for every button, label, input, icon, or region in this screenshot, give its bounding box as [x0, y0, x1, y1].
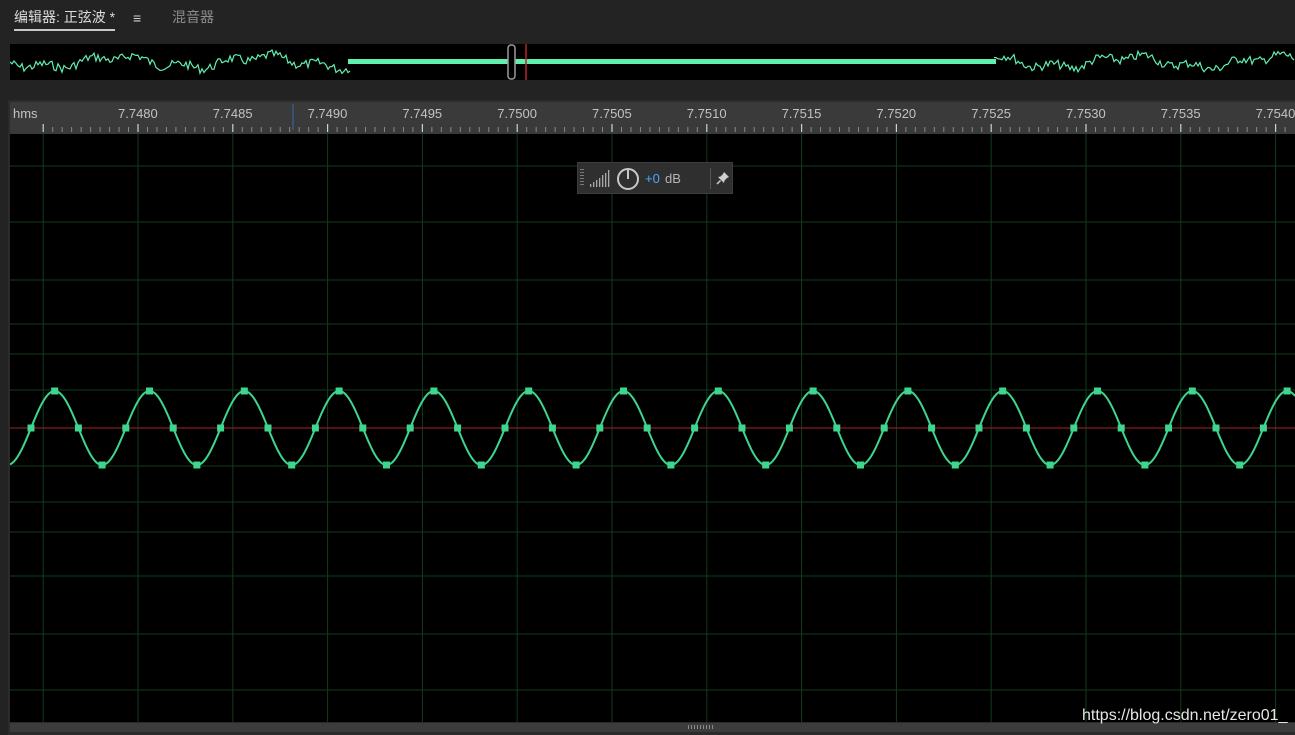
- sample-point[interactable]: [1259, 424, 1267, 432]
- ruler-label: 7.7515: [781, 106, 822, 121]
- sample-point[interactable]: [1212, 424, 1220, 432]
- sample-point[interactable]: [880, 424, 888, 432]
- tab-editor-label: 编辑器: 正弦波 *: [14, 9, 116, 25]
- sample-point[interactable]: [1188, 387, 1196, 395]
- sample-point[interactable]: [288, 461, 296, 469]
- gain-unit: dB: [665, 171, 681, 186]
- gain-hud: +0 dB: [577, 162, 733, 194]
- active-tab-indicator: [14, 29, 116, 31]
- sample-point[interactable]: [951, 461, 959, 469]
- sample-point[interactable]: [98, 461, 106, 469]
- overview-waveform: [10, 44, 1295, 80]
- pin-icon[interactable]: [716, 171, 730, 185]
- sample-point[interactable]: [477, 461, 485, 469]
- sample-point[interactable]: [738, 424, 746, 432]
- overview-navigator[interactable]: [10, 44, 1295, 80]
- ruler-label: 7.7535: [1160, 106, 1201, 121]
- sample-point[interactable]: [217, 424, 225, 432]
- tab-mixer[interactable]: 混音器: [172, 8, 214, 26]
- overview-zoom-range[interactable]: [348, 59, 996, 64]
- sample-point[interactable]: [454, 424, 462, 432]
- hud-separator: [710, 168, 711, 189]
- sample-point[interactable]: [193, 461, 201, 469]
- sample-point[interactable]: [1022, 424, 1030, 432]
- sample-point[interactable]: [1046, 461, 1054, 469]
- ruler-label: 7.7520: [876, 106, 917, 121]
- sample-point[interactable]: [406, 424, 414, 432]
- sample-point[interactable]: [240, 387, 248, 395]
- sample-point[interactable]: [51, 387, 59, 395]
- sample-point[interactable]: [1117, 424, 1125, 432]
- sample-point[interactable]: [27, 424, 35, 432]
- ruler-unit-label: hms: [13, 106, 38, 121]
- tab-bar: 编辑器: 正弦波 * ≡ 混音器: [0, 0, 1295, 36]
- sample-point[interactable]: [359, 424, 367, 432]
- ruler-label: 7.7485: [212, 106, 253, 121]
- ruler-label: 7.7505: [592, 106, 632, 121]
- sample-point[interactable]: [122, 424, 130, 432]
- overview-range-handle[interactable]: [507, 44, 516, 80]
- sample-point[interactable]: [620, 387, 627, 395]
- sample-point[interactable]: [1070, 424, 1078, 432]
- sample-point[interactable]: [169, 424, 177, 432]
- sample-point[interactable]: [975, 424, 983, 432]
- sample-point[interactable]: [596, 424, 604, 432]
- watermark-text: https://blog.csdn.net/zero01_: [1082, 707, 1288, 724]
- sample-point[interactable]: [857, 461, 864, 469]
- sample-point[interactable]: [1283, 387, 1291, 395]
- sample-point[interactable]: [785, 424, 793, 432]
- sample-point[interactable]: [904, 387, 912, 395]
- tab-mixer-label: 混音器: [172, 9, 214, 25]
- ruler-label: 7.7530: [1066, 106, 1106, 121]
- sample-point[interactable]: [1141, 461, 1149, 469]
- sample-point[interactable]: [525, 387, 533, 395]
- ruler-label: 7.7540: [1255, 106, 1295, 121]
- volume-knob-icon[interactable]: [616, 167, 640, 191]
- sample-point[interactable]: [762, 461, 770, 469]
- sample-point[interactable]: [833, 424, 841, 432]
- ruler-label: 7.7510: [686, 106, 727, 121]
- ruler-label: 7.7490: [307, 106, 348, 121]
- overview-waveform-left: [10, 49, 351, 76]
- ruler-label: 7.7500: [497, 106, 537, 121]
- sample-point[interactable]: [430, 387, 438, 395]
- sample-point[interactable]: [999, 387, 1007, 395]
- sample-point[interactable]: [1236, 461, 1244, 469]
- sample-point[interactable]: [667, 461, 675, 469]
- waveform-canvas: [10, 134, 1295, 722]
- level-bars-icon: [590, 170, 610, 187]
- sample-point[interactable]: [809, 387, 817, 395]
- sample-point[interactable]: [928, 424, 936, 432]
- sample-point[interactable]: [146, 387, 153, 395]
- sample-point[interactable]: [264, 424, 272, 432]
- scrollbar-grip[interactable]: [688, 725, 714, 729]
- tab-editor[interactable]: 编辑器: 正弦波 *: [14, 8, 116, 31]
- sample-point[interactable]: [1165, 424, 1173, 432]
- ruler-label: 7.7525: [971, 106, 1011, 121]
- sample-point[interactable]: [1094, 387, 1101, 395]
- waveform-display[interactable]: [10, 134, 1295, 722]
- sample-point[interactable]: [548, 424, 556, 432]
- ruler-label: 7.7495: [402, 106, 443, 121]
- sample-point[interactable]: [691, 424, 699, 432]
- sample-point[interactable]: [383, 461, 390, 469]
- panel-menu-icon[interactable]: ≡: [133, 9, 141, 27]
- gain-value[interactable]: +0: [645, 171, 660, 186]
- drag-handle-icon[interactable]: [580, 169, 584, 187]
- sample-point[interactable]: [74, 424, 82, 432]
- sample-point[interactable]: [501, 424, 509, 432]
- sample-point[interactable]: [335, 387, 343, 395]
- sample-point[interactable]: [572, 461, 580, 469]
- sample-point[interactable]: [714, 387, 722, 395]
- sample-point[interactable]: [643, 424, 651, 432]
- overview-waveform-right: [993, 49, 1295, 74]
- sample-point[interactable]: [311, 424, 319, 432]
- ruler-label: 7.7480: [118, 106, 158, 121]
- time-ruler[interactable]: hms 7.7480 7.7485 7.7490 7.7495 7.7500 7.7505…: [10, 102, 1295, 134]
